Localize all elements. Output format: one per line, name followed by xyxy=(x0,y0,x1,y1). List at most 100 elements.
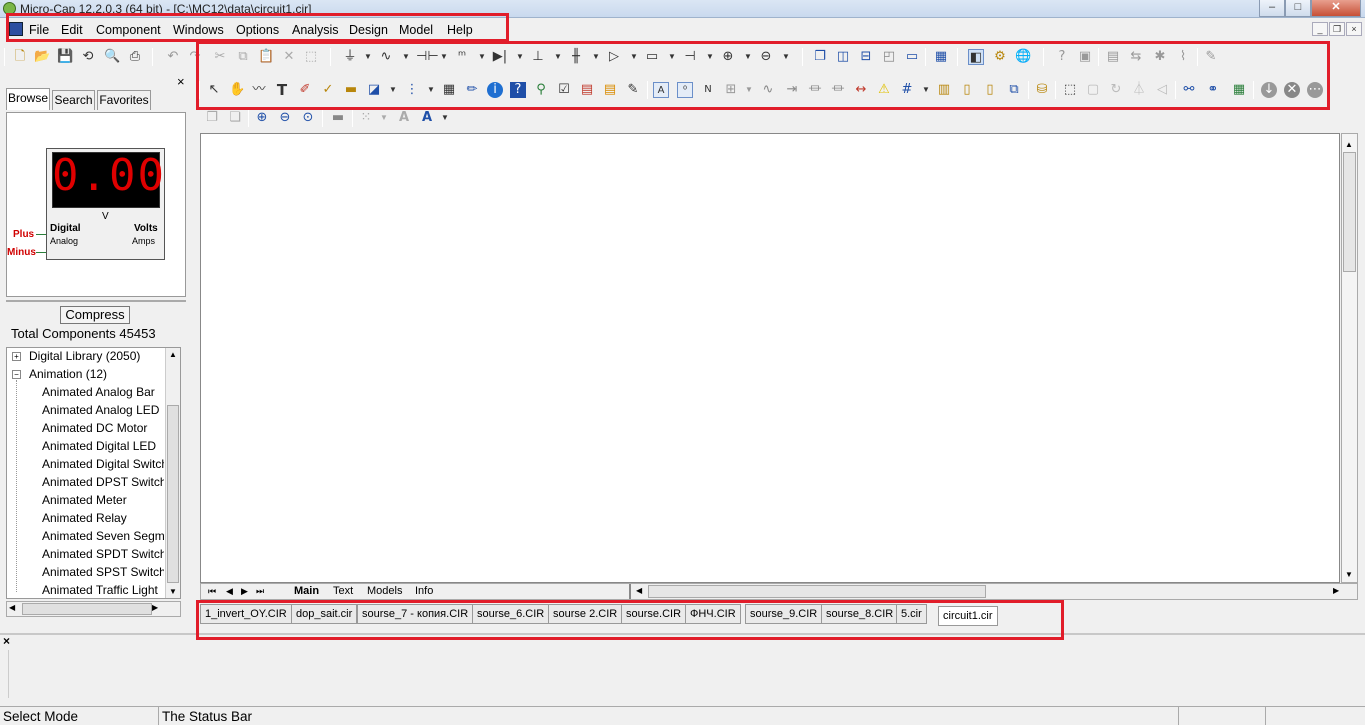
cascade-icon[interactable]: ❐ xyxy=(812,49,828,65)
component-panel-icon[interactable]: ◧ xyxy=(968,49,984,65)
zoom-out-icon[interactable]: ⊖ xyxy=(277,110,293,126)
menu-component[interactable]: Component xyxy=(96,23,161,37)
canvas-vscroll[interactable]: ▲ ▼ xyxy=(1341,133,1358,583)
design-icon[interactable]: ✱ xyxy=(1152,49,1168,65)
find-icon[interactable]: ⛁ xyxy=(1034,82,1050,98)
more-icon[interactable]: ⋯ xyxy=(1307,82,1323,98)
library-icon[interactable]: ⚲ xyxy=(533,82,549,98)
prev-sheet-icon[interactable]: ◀ xyxy=(226,586,233,597)
canvas-hscroll-thumb[interactable] xyxy=(648,585,986,598)
chevron-down-icon[interactable]: ▼ xyxy=(402,49,410,65)
battery-icon[interactable]: ⊣ xyxy=(682,49,698,65)
cut-icon[interactable]: ✂ xyxy=(212,49,228,65)
panel-splitter[interactable] xyxy=(6,300,186,302)
inductor-icon[interactable]: ᵐ xyxy=(454,49,470,65)
send-back-icon[interactable]: ❏ xyxy=(227,110,243,126)
chevron-down-icon[interactable]: ▼ xyxy=(441,110,449,126)
maximize-icon[interactable]: ▭ xyxy=(904,49,920,65)
chevron-down-icon[interactable]: ▼ xyxy=(782,49,790,65)
file-tab[interactable]: 5.cir xyxy=(896,604,927,624)
node-numbers-icon[interactable]: ⁰ xyxy=(677,82,693,98)
warning-icon[interactable]: ⚠ xyxy=(876,82,892,98)
tree-item[interactable]: Animated Meter xyxy=(42,493,164,507)
scroll-left-icon[interactable]: ◀ xyxy=(9,603,15,612)
mdi-restore-button[interactable]: ❐ xyxy=(1329,22,1345,36)
page-border-icon[interactable]: ▯ xyxy=(959,82,975,98)
tree-group-digital-library[interactable]: Digital Library (2050) xyxy=(29,349,140,363)
chevron-down-icon[interactable]: ▼ xyxy=(364,49,372,65)
tree-item[interactable]: Animated Digital Switch xyxy=(42,457,164,471)
grid-icon[interactable]: ▤ xyxy=(602,82,618,98)
file-tab[interactable]: dop_sait.cir xyxy=(291,604,358,624)
tree-item[interactable]: Animated DC Motor xyxy=(42,421,164,435)
chevron-down-icon[interactable]: ▼ xyxy=(745,82,753,98)
first-sheet-icon[interactable]: ⏮ xyxy=(208,586,216,597)
tools-icon[interactable]: ▣ xyxy=(1077,49,1093,65)
select-all-icon[interactable]: ⬚ xyxy=(303,49,319,65)
tree-hscroll-thumb[interactable] xyxy=(22,603,152,615)
calculator-icon[interactable]: ▦ xyxy=(933,49,949,65)
pan-hand-icon[interactable]: ✋ xyxy=(229,82,245,98)
new-file-icon[interactable]: 🗋 xyxy=(12,49,28,65)
analysis-icon[interactable]: ⇆ xyxy=(1128,49,1144,65)
mdi-minimize-button[interactable]: _ xyxy=(1312,22,1328,36)
file-tab-active[interactable]: circuit1.cir xyxy=(938,606,998,626)
font-size-icon[interactable]: A xyxy=(396,110,412,126)
menu-model[interactable]: Model xyxy=(399,23,433,37)
chevron-down-icon[interactable]: ▼ xyxy=(922,82,930,98)
font-color-icon[interactable]: A xyxy=(419,110,435,126)
copy-icon[interactable]: ⧉ xyxy=(235,49,251,65)
file-tab[interactable]: sourse 2.CIR xyxy=(548,604,623,624)
menu-analysis[interactable]: Analysis xyxy=(292,23,339,37)
print-preview-icon[interactable]: 🔍 xyxy=(104,49,120,65)
current-icon[interactable]: ⇥ xyxy=(784,82,800,98)
mirror-icon[interactable]: ◁ xyxy=(1154,82,1170,98)
bus-icon[interactable]: ▬ xyxy=(343,82,359,98)
wire-icon[interactable]: 〰 xyxy=(251,82,267,98)
condition-icon[interactable]: ⏛ xyxy=(830,82,846,98)
paste-icon[interactable]: 📋 xyxy=(258,49,274,65)
current-source-icon[interactable]: ⊖ xyxy=(758,49,774,65)
file-tab[interactable]: sourse_7 - копия.CIR xyxy=(357,604,474,624)
tree-item[interactable]: Animated SPST Switch xyxy=(42,565,164,579)
ground-icon[interactable]: ⏚ xyxy=(342,49,358,65)
resistor-icon[interactable]: ∿ xyxy=(378,49,394,65)
menu-options[interactable]: Options xyxy=(236,23,279,37)
redo-icon[interactable]: ↷ xyxy=(187,49,203,65)
minimize-button[interactable]: – xyxy=(1259,0,1285,17)
last-sheet-icon[interactable]: ⏭ xyxy=(256,586,264,597)
menu-file[interactable]: File xyxy=(29,23,49,37)
chevron-down-icon[interactable]: ▼ xyxy=(440,49,448,65)
capacitor-icon[interactable]: ⊣⊢ xyxy=(416,49,439,65)
pencil-icon[interactable]: ✏ xyxy=(464,82,480,98)
model-icon[interactable]: ✎ xyxy=(1203,49,1219,65)
help-icon[interactable]: ? xyxy=(1054,49,1070,65)
select-arrow-icon[interactable]: ↖ xyxy=(206,82,222,98)
page-icon[interactable]: ▥ xyxy=(936,82,952,98)
chevron-down-icon[interactable]: ▼ xyxy=(630,49,638,65)
link-icon[interactable]: ↔ xyxy=(853,82,869,98)
tile-vertical-icon[interactable]: ◫ xyxy=(835,49,851,65)
file-tab[interactable]: sourse.CIR xyxy=(621,604,687,624)
report-icon[interactable]: ▤ xyxy=(579,82,595,98)
chevron-down-icon[interactable]: ▼ xyxy=(380,110,388,126)
bring-front-icon[interactable]: ❐ xyxy=(204,110,220,126)
close-circle-icon[interactable]: ✕ xyxy=(1284,82,1300,98)
attribute-text-icon[interactable]: A xyxy=(653,82,669,98)
pen-icon[interactable]: ✐ xyxy=(297,82,313,98)
maximize-button[interactable]: □ xyxy=(1285,0,1311,17)
tree-item[interactable]: Animated Analog LED xyxy=(42,403,164,417)
collapse-icon[interactable]: − xyxy=(12,370,21,379)
help-icon[interactable]: ? xyxy=(510,82,526,98)
canvas-vscroll-thumb[interactable] xyxy=(1343,152,1356,272)
rotate-icon[interactable]: ⬚ xyxy=(1062,82,1078,98)
tile-horizontal-icon[interactable]: ⊟ xyxy=(858,49,874,65)
stop-icon[interactable]: ↓ xyxy=(1261,82,1277,98)
zoom-fit-icon[interactable]: ⊙ xyxy=(300,110,316,126)
options-icon[interactable]: ▤ xyxy=(1105,49,1121,65)
restore-icon[interactable]: ◰ xyxy=(881,49,897,65)
tab-search[interactable]: Search xyxy=(52,90,95,110)
sheet-tab-models[interactable]: Models xyxy=(367,585,402,597)
scroll-up-icon[interactable]: ▲ xyxy=(169,350,177,359)
chevron-down-icon[interactable]: ▼ xyxy=(554,49,562,65)
